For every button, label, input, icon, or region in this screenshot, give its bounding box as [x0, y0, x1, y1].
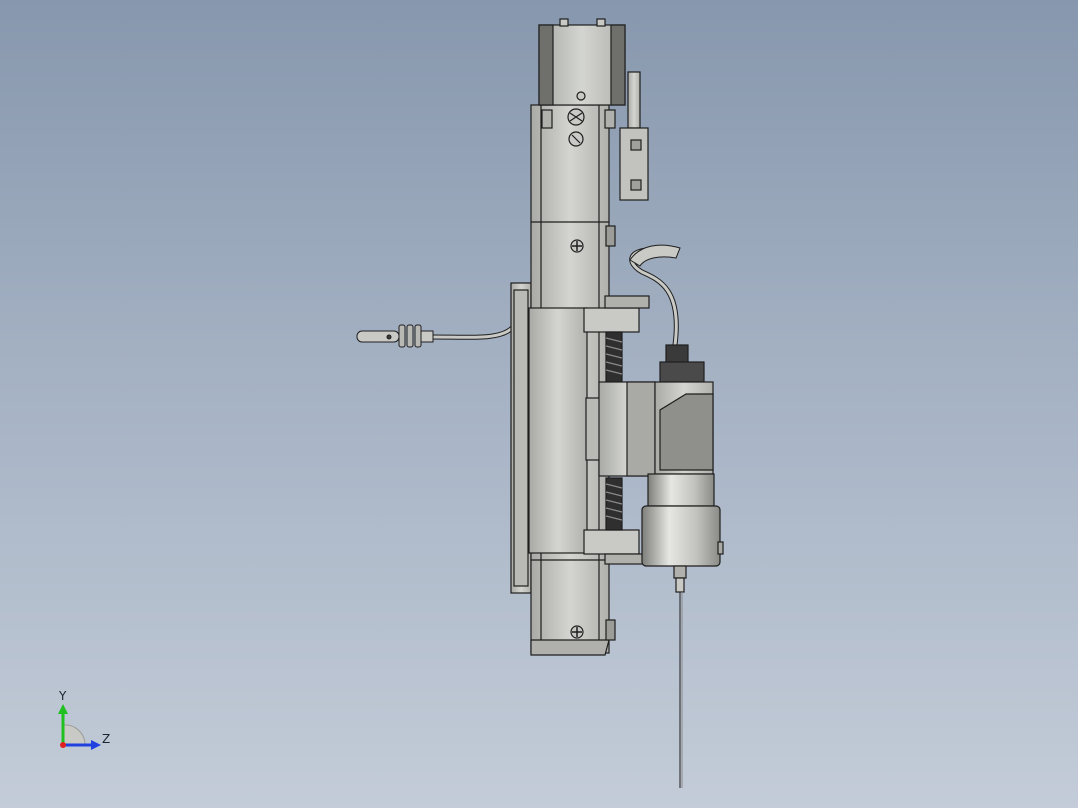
- z-axis-label: Z: [102, 732, 111, 746]
- sensor-probe-icon: [356, 324, 434, 348]
- y-axis-label: Y: [59, 689, 67, 703]
- mounting-plate: [510, 282, 532, 594]
- needle-icon: [679, 592, 683, 788]
- axis-triad: [58, 704, 101, 750]
- sensor-cable: [431, 326, 514, 340]
- cad-viewport[interactable]: [0, 0, 1078, 808]
